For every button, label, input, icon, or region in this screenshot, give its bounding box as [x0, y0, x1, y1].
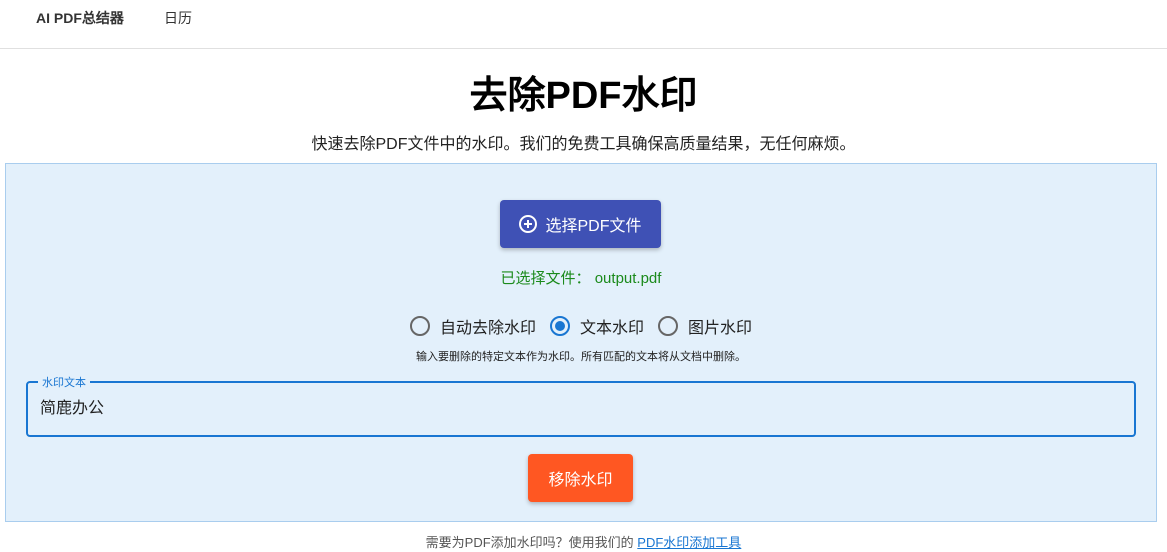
page-subtitle: 快速去除PDF文件中的水印。我们的免费工具确保高质量结果，无任何麻烦。 [311, 136, 856, 153]
watermark-text-field: 水印文本 [26, 374, 1136, 437]
page-title: 去除PDF水印 [469, 75, 698, 117]
radio-auto[interactable]: 自动去除水印 [409, 314, 536, 338]
nav-ai-pdf-summarizer[interactable]: AI PDF总结器 [36, 8, 124, 28]
add-watermark-link[interactable]: PDF水印添加工具 [637, 535, 741, 550]
radio-label: 文本水印 [579, 320, 644, 337]
top-nav: AI PDF总结器 日历 [0, 0, 1167, 49]
mode-hint: 输入要删除的特定文本作为水印。所有匹配的文本将从文档中删除。 [416, 351, 746, 363]
remove-watermark-button[interactable]: 移除水印 [528, 454, 633, 502]
select-pdf-button[interactable]: 选择PDF文件 [500, 200, 661, 248]
radio-label: 自动去除水印 [439, 320, 536, 337]
radio-circle[interactable] [658, 316, 678, 336]
radio-label: 图片水印 [688, 320, 753, 337]
radio-circle[interactable] [409, 316, 430, 336]
radio-image[interactable]: 图片水印 [658, 314, 752, 338]
selected-file: 已选择文件： output.pdf [500, 270, 662, 287]
tool-panel: 选择PDF文件 已选择文件： output.pdf 自动去除水印 文本水印 图片… [5, 163, 1157, 522]
radio-circle-checked[interactable] [549, 316, 570, 336]
field-label: 水印文本 [38, 374, 90, 390]
mode-radio-group: 自动去除水印 文本水印 图片水印 [6, 314, 1156, 338]
footer-text: 需要为PDF添加水印吗？使用我们的 [425, 535, 638, 550]
plus-circle-icon [519, 215, 538, 233]
watermark-text-input[interactable] [40, 397, 1120, 415]
radio-text[interactable]: 文本水印 [549, 314, 644, 338]
nav-calendar[interactable]: 日历 [164, 8, 192, 28]
select-pdf-label: 选择PDF文件 [545, 218, 642, 235]
footer-note: 需要为PDF添加水印吗？使用我们的 PDF水印添加工具 [0, 532, 1167, 551]
